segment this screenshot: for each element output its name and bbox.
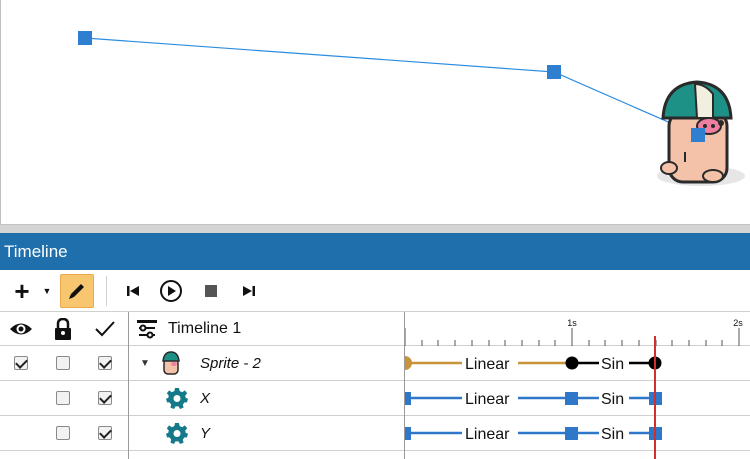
motion-path xyxy=(84,37,699,136)
lane-x[interactable]: Linear Sin xyxy=(405,391,662,408)
lock-checkbox[interactable] xyxy=(46,416,80,450)
keyframe[interactable] xyxy=(405,392,411,405)
segment-label: Sin xyxy=(601,356,624,373)
keyframe[interactable] xyxy=(565,356,579,370)
lock-checkbox[interactable] xyxy=(46,381,80,415)
segment-label: Sin xyxy=(601,391,624,408)
keyframe[interactable] xyxy=(565,392,578,405)
expand-caret-icon[interactable]: ▼ xyxy=(140,346,150,380)
gear-icon xyxy=(164,381,190,415)
timeline-name: Timeline 1 xyxy=(168,319,242,337)
keyframe[interactable] xyxy=(405,427,411,440)
path-point[interactable] xyxy=(691,128,705,142)
track-name: X xyxy=(200,389,211,407)
check-icon[interactable] xyxy=(88,312,122,345)
segment-label: Linear xyxy=(465,426,510,443)
column-divider[interactable] xyxy=(128,312,129,459)
stop-icon[interactable] xyxy=(198,270,224,312)
stage-canvas[interactable] xyxy=(0,0,750,224)
toolbar-separator xyxy=(106,276,107,306)
track-name: Sprite - 2 xyxy=(200,354,261,372)
playhead[interactable] xyxy=(654,336,656,459)
path-point[interactable] xyxy=(78,31,92,45)
panel-splitter[interactable] xyxy=(0,224,750,233)
timeline-icon xyxy=(134,312,160,345)
gear-icon xyxy=(164,416,190,450)
plus-icon[interactable]: + xyxy=(8,270,36,312)
motion-path-layer xyxy=(78,31,745,186)
enabled-checkbox[interactable] xyxy=(88,346,122,380)
timeline-panel-title: Timeline xyxy=(0,233,750,270)
visibility-checkbox[interactable] xyxy=(4,346,38,380)
app-root: Timeline + ▼ Timeline 1 ▼ Sprite - 2 X Y… xyxy=(0,0,750,459)
caret-down-icon[interactable]: ▼ xyxy=(40,270,54,312)
enabled-checkbox[interactable] xyxy=(88,416,122,450)
track-lanes[interactable]: Linear Sin Linear Sin Linear Sin xyxy=(405,346,750,459)
path-point[interactable] xyxy=(547,65,561,79)
segment-label: Linear xyxy=(465,356,510,373)
lock-checkbox[interactable] xyxy=(46,346,80,380)
eye-icon[interactable] xyxy=(4,312,38,345)
pencil-icon[interactable] xyxy=(60,274,94,308)
enabled-checkbox[interactable] xyxy=(88,381,122,415)
lane-sprite[interactable]: Linear Sin xyxy=(405,356,662,373)
segment-label: Sin xyxy=(601,426,624,443)
keyframe[interactable] xyxy=(565,427,578,440)
ruler-label-1s: 1s xyxy=(567,318,577,328)
lock-icon[interactable] xyxy=(46,312,80,345)
skip-to-start-icon[interactable] xyxy=(120,270,146,312)
lane-y[interactable]: Linear Sin xyxy=(405,426,662,443)
ruler-label-2s: 2s xyxy=(733,318,743,328)
skip-to-end-icon[interactable] xyxy=(236,270,262,312)
play-icon[interactable] xyxy=(156,270,186,312)
keyframe[interactable] xyxy=(405,356,412,370)
segment-label: Linear xyxy=(465,391,510,408)
pig-sprite-icon xyxy=(158,346,184,380)
track-name: Y xyxy=(200,424,211,442)
timeline-toolbar: + ▼ xyxy=(0,270,750,312)
time-ruler[interactable]: 1s 2s xyxy=(405,312,750,346)
